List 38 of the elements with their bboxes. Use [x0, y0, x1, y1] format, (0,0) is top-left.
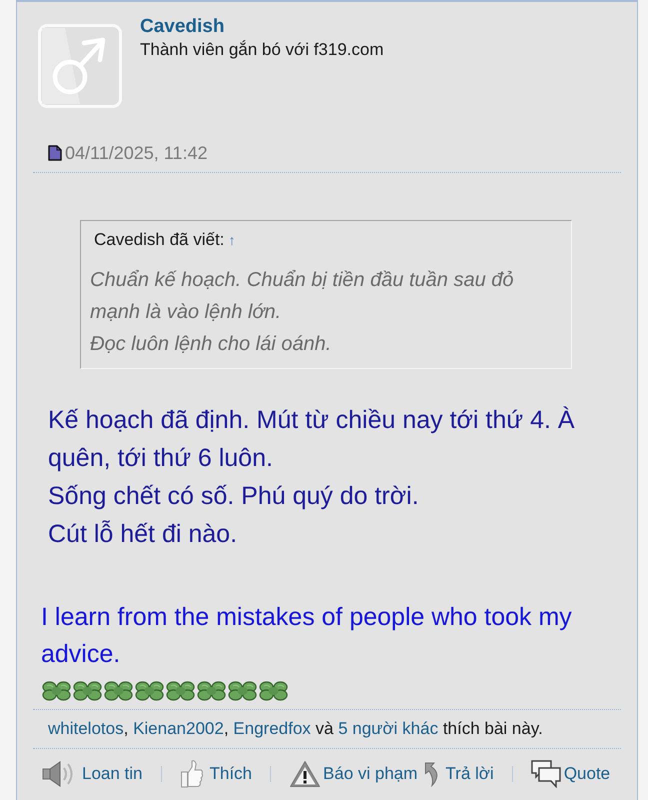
clover-icon	[166, 681, 195, 701]
clover-icon	[73, 681, 102, 701]
likes-text: và	[314, 719, 334, 738]
share-button[interactable]: Loan tin	[42, 759, 142, 789]
liker-link[interactable]: Kienan2002	[133, 719, 224, 738]
message-text: Cút lỗ hết đi nào.	[48, 519, 238, 550]
quote-text: Chuẩn kế hoạch. Chuẩn bị tiền đầu tuần sau đỏ mạnh là vào lệnh lớn.	[90, 268, 515, 325]
quote-button[interactable]: Quote	[530, 759, 610, 789]
post-date: 04/11/2025, 11:42	[65, 143, 208, 163]
likes-text: thích bài này.	[442, 719, 543, 738]
member-rank-text: Thành viên gắn bó với f319.com	[140, 39, 384, 61]
reply-button[interactable]: Trả lời	[424, 759, 494, 789]
liker-link[interactable]: 5 người khác	[338, 719, 438, 738]
clover-icon	[104, 681, 133, 701]
warning-icon	[289, 760, 322, 788]
speech-bubbles-icon	[530, 760, 561, 788]
clover-icon	[135, 681, 164, 701]
clover-icon	[42, 681, 71, 701]
message-text: Sống chết có số. Phú quý do trời.	[48, 481, 420, 512]
report-button[interactable]: Báo vi phạm	[289, 759, 418, 789]
like-button[interactable]: Thích	[180, 759, 252, 789]
document-icon	[48, 145, 62, 161]
message-text: Kế hoạch đã định. Mút từ chiều nay tới thứ 4. À quên, tới thứ 6 luôn.	[48, 405, 576, 474]
jump-link[interactable]: ↑	[228, 230, 236, 250]
clover-icon	[259, 681, 288, 701]
avatar-icon	[38, 24, 122, 108]
signature-text: I learn from the mistakes of people who took my advice.	[41, 602, 573, 670]
clover-icon	[228, 681, 257, 701]
username-link[interactable]: Cavedish	[140, 15, 224, 39]
quote-text: Đọc luôn lệnh cho lái oánh.	[90, 332, 332, 357]
liker-link[interactable]: whitelotos	[48, 719, 124, 738]
liker-link[interactable]: Engredfox	[233, 719, 311, 738]
likes-text: ,	[224, 719, 230, 738]
thumbs-up-icon	[180, 759, 204, 789]
quote-attribution: Cavedish đã viết:	[94, 230, 224, 250]
clover-icon	[197, 681, 226, 701]
curved-arrow-icon	[424, 761, 440, 787]
likes-text: ,	[124, 719, 130, 738]
